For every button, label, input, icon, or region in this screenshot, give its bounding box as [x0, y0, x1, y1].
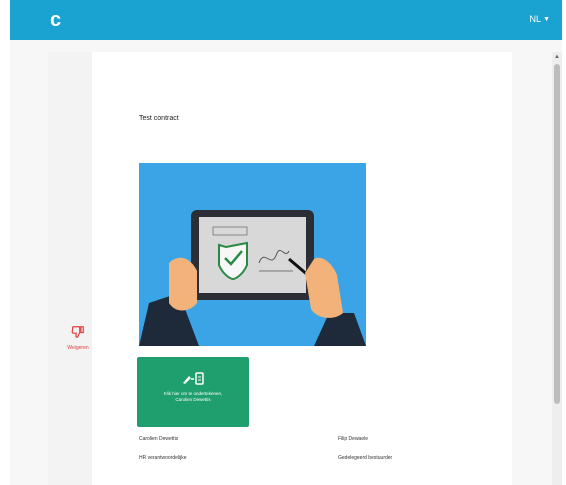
left-action-column	[48, 52, 92, 485]
signatory-name: Carolien Dewettis	[139, 436, 179, 442]
chevron-down-icon: ▼	[543, 15, 550, 23]
scroll-up-arrow-icon[interactable]: ▲	[554, 54, 560, 60]
language-selector[interactable]: NL ▼	[530, 14, 550, 24]
language-label: NL	[529, 14, 542, 24]
digital-signature-illustration	[139, 163, 366, 346]
document-title: Test contract	[139, 115, 179, 122]
signatory-name: Filip Dewaele	[338, 436, 369, 442]
document-page: Test contract Klik hier om te onderteken…	[92, 52, 512, 485]
brand-logo[interactable]: c	[50, 10, 61, 30]
top-bar: c NL ▼	[10, 0, 562, 40]
vertical-scrollbar[interactable]: ▲	[552, 52, 562, 485]
scroll-thumb[interactable]	[554, 64, 560, 404]
thumbs-down-icon	[71, 326, 84, 338]
sign-icon	[137, 371, 249, 385]
signatory-2: Filip Dewaele Gedelegeerd bestuurder	[338, 436, 392, 474]
sign-button[interactable]: Klik hier om te ondertekenen, Carolien D…	[137, 357, 249, 427]
sign-button-line2: Carolien Dewettis	[175, 397, 211, 402]
signatory-role: Gedelegeerd bestuurder	[338, 455, 393, 461]
document-viewport: Weigeren Test contract Klik hier om te o…	[10, 40, 562, 485]
signatory-role: HR verantwoordelijke	[139, 455, 187, 461]
signatory-1: Carolien Dewettis HR verantwoordelijke	[139, 436, 187, 474]
